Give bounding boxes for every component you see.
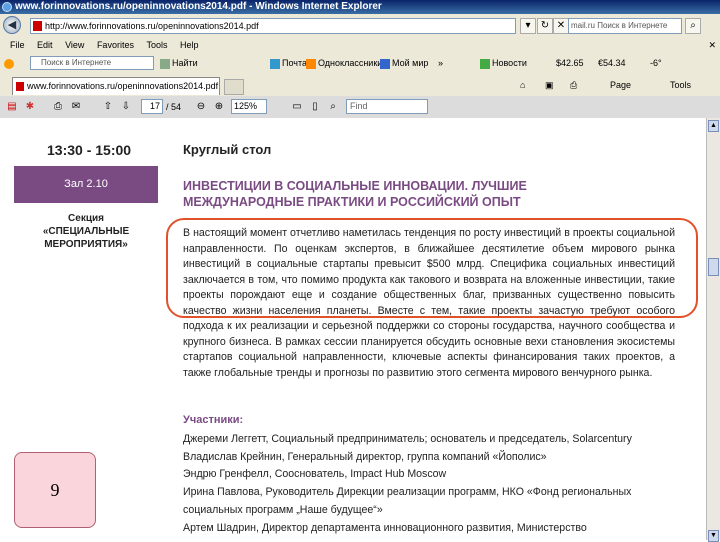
classmates-link[interactable]: Одноклассники — [306, 52, 382, 74]
participant-line: Эндрю Гренфелл, Сооснователь, Impact Hub… — [183, 468, 447, 481]
address-toolbar: ◀ http://www.forinnovations.ru/openinnov… — [0, 14, 720, 39]
usd-rate: $42.65 — [556, 58, 584, 68]
session-time: 13:30 - 15:00 — [47, 142, 132, 158]
dropdown-arrow-icon[interactable]: ▾ — [520, 18, 536, 34]
fit-page-icon[interactable]: ▭ — [289, 99, 305, 115]
page-number-input[interactable]: 17 — [141, 99, 163, 114]
scrollbar-thumb[interactable] — [708, 258, 719, 276]
participants-list: Джереми Леггетт, Социальный предпринимат… — [183, 431, 683, 537]
menu-bar: File Edit View Favorites Tools Help ✕ — [0, 38, 720, 52]
scroll-up-icon[interactable]: ▲ — [708, 120, 719, 132]
section-label: Секция «СПЕЦИАЛЬНЫЕ МЕРОПРИЯТИЯ» — [42, 213, 130, 250]
print-pdf-icon[interactable]: ⎙ — [50, 99, 66, 115]
zoom-select[interactable]: 125% — [231, 99, 267, 114]
save-icon[interactable]: ▤ — [4, 99, 20, 115]
menu-view[interactable]: View — [65, 38, 84, 52]
print-icon[interactable]: ⎙ — [570, 78, 577, 92]
new-tab-button[interactable] — [224, 79, 244, 95]
internet-explorer-icon — [2, 2, 12, 12]
stop-button[interactable]: ✕ — [553, 18, 569, 34]
mail-link[interactable]: Почта — [270, 52, 307, 74]
email-icon[interactable]: ✉ — [68, 99, 84, 115]
page-total: / 54 — [166, 102, 182, 112]
search-button[interactable]: ⌕ — [685, 18, 701, 34]
tools-menu[interactable]: Tools — [670, 78, 691, 92]
feeds-icon[interactable]: ▣ — [545, 78, 554, 92]
menu-favorites[interactable]: Favorites — [97, 38, 134, 52]
hall-badge: Зал 2.10 — [14, 166, 158, 203]
vertical-scrollbar[interactable]: ▲ ▼ — [706, 118, 720, 542]
find-icon[interactable]: ⌕ — [325, 99, 341, 115]
tab-bar: www.forinnovations.ru/openinnovations201… — [0, 74, 720, 97]
participant-line: Ирина Павлова, Руководитель Дирекции реа… — [183, 486, 632, 499]
menu-file[interactable]: File — [10, 38, 25, 52]
reader-logo-icon[interactable]: ✱ — [22, 99, 38, 115]
back-button[interactable]: ◀ — [3, 16, 21, 34]
previous-page-icon[interactable]: ⇧ — [100, 99, 116, 115]
find-input[interactable]: Find — [346, 99, 428, 114]
menu-tools[interactable]: Tools — [146, 38, 167, 52]
menu-close-icon[interactable]: ✕ — [708, 38, 716, 52]
participant-line: Джереми Леггетт, Социальный предпринимат… — [183, 433, 632, 445]
web-search-input[interactable]: mail.ru Поиск в Интернете — [568, 18, 682, 34]
links-toolbar: Поиск в Интернете Найти Почта Одноклассн… — [0, 52, 720, 75]
tab-pdf[interactable]: www.forinnovations.ru/openinnovations201… — [12, 77, 220, 95]
mailru-logo-icon[interactable] — [4, 52, 16, 74]
pdf-tab-icon — [16, 82, 24, 91]
zoom-out-icon[interactable]: ⊖ — [193, 99, 209, 115]
address-url: http://www.forinnovations.ru/openinnovat… — [45, 21, 259, 31]
pdf-file-icon — [33, 21, 42, 31]
more-links-button[interactable]: » — [438, 52, 443, 74]
highlight-oval — [166, 218, 698, 318]
participants-heading: Участники: — [183, 414, 244, 426]
weather-temp: -6° — [650, 58, 662, 68]
find-button[interactable]: Найти — [160, 52, 198, 74]
refresh-button[interactable]: ↻ — [537, 18, 553, 34]
myworld-link[interactable]: Мой мир — [380, 52, 428, 74]
menu-edit[interactable]: Edit — [37, 38, 53, 52]
pdf-toolbar: ▤ ✱ ⎙ ✉ ⇧ ⇩ 17 / 54 ⊖ ⊕ 125% ▭ ▯ ⌕ Find — [0, 96, 720, 119]
scroll-down-icon[interactable]: ▼ — [708, 530, 719, 542]
toolbar-search-input[interactable]: Поиск в Интернете — [30, 56, 154, 70]
event-type: Круглый стол — [183, 142, 272, 157]
participant-line: Артем Шадрин, Директор департамента инно… — [183, 521, 587, 534]
news-link[interactable]: Новости — [480, 52, 527, 74]
fit-width-icon[interactable]: ▯ — [307, 99, 323, 115]
address-bar[interactable]: http://www.forinnovations.ru/openinnovat… — [30, 18, 516, 34]
next-page-icon[interactable]: ⇩ — [118, 99, 134, 115]
slide-number-badge: 9 — [14, 452, 96, 528]
zoom-in-icon[interactable]: ⊕ — [211, 99, 227, 115]
tab-label: www.forinnovations.ru/openinnovations201… — [27, 81, 219, 91]
page-menu[interactable]: Page — [610, 78, 631, 92]
window-title-bar: www.forinnovations.ru/openinnovations201… — [0, 0, 720, 14]
participant-line: социальных программ „Наше будущее“» — [183, 503, 383, 516]
window-title: www.forinnovations.ru/openinnovations201… — [15, 1, 382, 12]
session-heading: ИНВЕСТИЦИИ В СОЦИАЛЬНЫЕ ИННОВАЦИИ. ЛУЧШИ… — [183, 179, 527, 209]
participant-line: Владислав Крейнин, Генеральный директор,… — [183, 450, 547, 463]
menu-help[interactable]: Help — [180, 38, 199, 52]
home-icon[interactable]: ⌂ — [520, 78, 525, 92]
eur-rate: €54.34 — [598, 58, 626, 68]
